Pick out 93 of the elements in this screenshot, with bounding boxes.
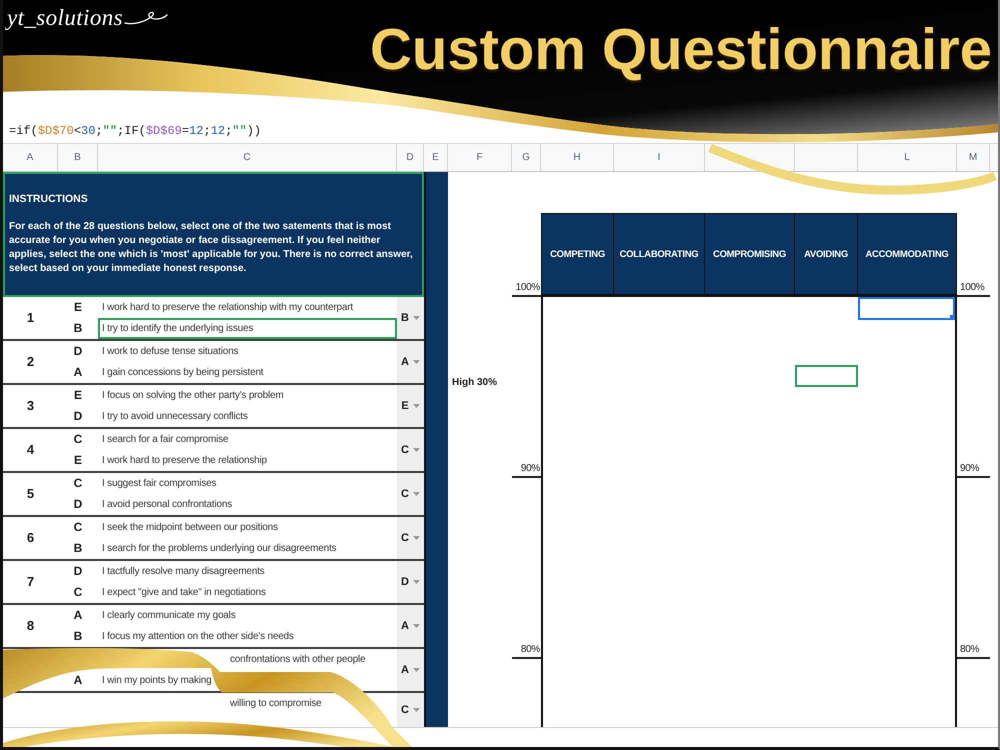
column-header[interactable]: D [397,144,424,171]
statement-cell-text: I search for a fair compromise [101,433,230,447]
caret-icon [412,360,420,364]
column-header[interactable]: F [448,144,512,171]
option-letter: B [74,630,82,643]
caret-icon [412,668,420,672]
category-header: COLLABORATING [614,214,705,294]
statement-cell-text: I seek the midpoint between our positions [101,521,279,535]
option-letter: D [74,498,82,511]
scale-label: 100% [960,282,984,294]
statement-cell-text: I gain concessions by being persistent [101,366,264,380]
caret-icon [412,448,420,452]
statement-cell-text: I try to avoid unnecessary conflicts [101,410,249,424]
statement-cell-text: confrontations with other people [229,653,366,667]
option-letter: A [74,366,82,379]
statement-cell-text: I clearly communicate my goals [101,609,236,623]
answer-dropdown[interactable]: C [397,693,424,727]
answer-dropdown[interactable]: C [397,517,424,559]
formula-field[interactable]: =if($D$70<30;"";IF($D$69=12;12;"")) [9,120,429,142]
column-header[interactable]: G [512,144,541,171]
answer-dropdown[interactable]: A [397,649,424,691]
question-number: 3 [26,398,34,414]
option-letter: E [74,389,82,402]
instructions-title: INSTRUCTIONS [9,193,89,206]
answer-dropdown[interactable]: E [397,385,424,427]
scale-label: 80% [960,644,980,656]
question-number: 4 [26,442,34,458]
statement-cell-text: willing to compromise [229,697,322,711]
statement-cell-text: I work hard to preserve the relationship [101,454,268,468]
column-header[interactable]: E [424,144,448,171]
scale-label: 90% [960,463,980,475]
caret-icon [412,708,420,712]
option-letter: A [74,674,82,687]
statement-cell: I try to identify the underlying issues [98,318,397,339]
flourish-icon [124,10,168,26]
option-letter: C [74,433,82,446]
answer-dropdown[interactable]: C [397,429,424,471]
category-header: AVOIDING [795,214,858,294]
band-label: High 30% [452,377,498,388]
category-header: ACCOMMODATING [858,214,957,294]
option-letter: E [74,301,82,314]
category-header: COMPROMISING [705,214,795,294]
option-letter: B [74,322,82,335]
answer-dropdown[interactable]: A [397,341,424,383]
category-header: COMPETING [541,214,614,294]
column-header[interactable]: A [3,144,58,171]
question-number: 8 [26,618,34,634]
question-number: 5 [26,486,34,502]
question-number: 7 [26,574,34,590]
option-letter: A [74,609,82,622]
option-letter: C [74,586,82,599]
caret-icon [412,580,420,584]
statement-cell-text: I expect "give and take" in negotiations [101,586,267,600]
option-letter: C [74,521,82,534]
answer-dropdown[interactable]: B [397,297,424,339]
column-header[interactable]: I [614,144,705,171]
statement-cell-text: I tactfully resolve many disagreements [101,565,266,579]
option-letter: C [74,477,82,490]
statement-cell-text: I win my points by making [101,674,212,688]
statement-cell-text: I focus my attention on the other side's needs [101,630,295,644]
column-header[interactable]: L [858,144,957,171]
option-letter: B [74,542,82,555]
logo-text: yt_solutions [7,4,123,32]
banner-title: Custom Questionnaire [370,17,992,83]
option-letter: D [74,565,82,578]
statement-cell-text: I focus on solving the other party's problem [101,389,285,403]
scale-label: 90% [520,463,540,475]
answer-dropdown[interactable]: C [397,473,424,515]
scale-label: 80% [520,644,540,656]
column-header[interactable]: M [957,144,990,171]
column-header[interactable]: H [541,144,614,171]
caret-icon [412,624,420,628]
answer-dropdown[interactable]: D [397,561,424,603]
statement-cell-text: I work hard to preserve the relationship with my counterpart [101,301,354,315]
statement-cell-text: I work to defuse tense situations [101,345,240,359]
caret-icon [412,536,420,540]
option-letter: E [74,454,82,467]
option-letter: D [74,345,82,358]
scale-label: 100% [516,282,540,294]
caret-icon [412,492,420,496]
caret-icon [412,316,420,320]
column-header[interactable]: C [98,144,397,171]
option-letter: D [74,410,82,423]
statement-cell-text: I search for the problems underlying our disagreements [101,542,338,556]
statement-cell-text: I suggest fair compromises [101,477,218,491]
statement-cell-text: I avoid personal confrontations [101,498,233,512]
question-number: 1 [26,310,34,326]
answer-dropdown[interactable]: A [397,605,424,647]
instructions-text: For each of the 28 questions below, select one of the two satements that is most accurate for you when you negotiate or face dissagreement. If you feel neither applies, select the one which is 'most' applicable for you. There is no correct answer, select based on your immediate honest response. [9,220,414,276]
column-header[interactable]: B [58,144,98,171]
question-number: 6 [26,530,34,546]
question-number: 2 [26,354,34,370]
caret-icon [412,404,420,408]
